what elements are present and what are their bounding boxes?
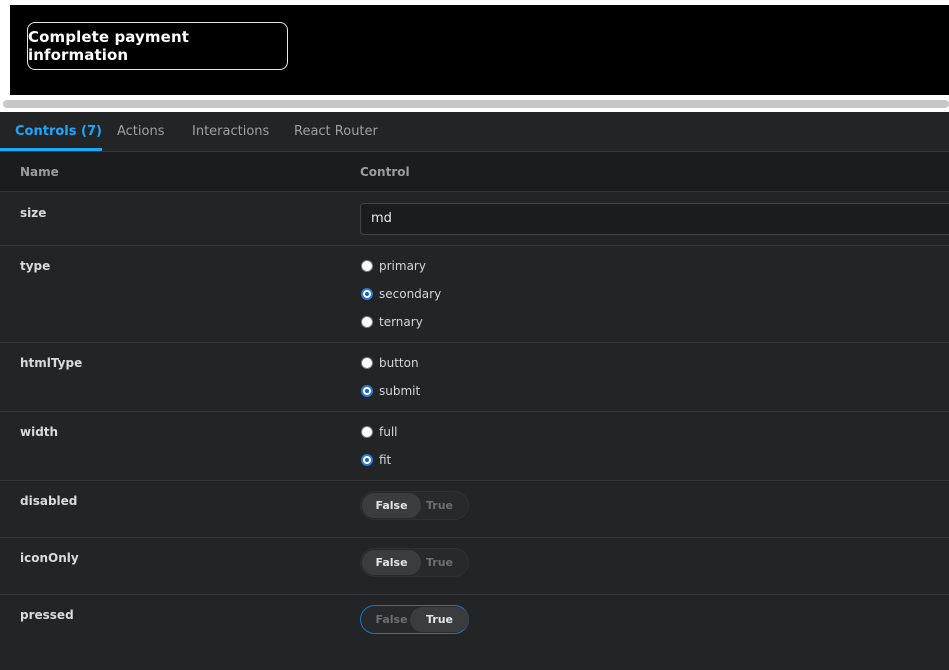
radio-option-full[interactable]: full: [360, 422, 398, 442]
control-row-width: width full fit: [0, 412, 949, 481]
radio-label: submit: [379, 384, 421, 398]
radio-label: fit: [379, 453, 392, 467]
active-tab-indicator: [0, 148, 102, 151]
disabled-boolean-toggle[interactable]: False True: [360, 491, 469, 520]
control-row-type: type primary secondary ternary: [0, 246, 949, 343]
control-row-htmltype: htmlType button submit: [0, 343, 949, 412]
addons-tab-bar: Controls (7) Actions Interactions React …: [0, 112, 949, 152]
radio-button-selected[interactable]: [361, 454, 373, 466]
radio-label: full: [379, 425, 398, 439]
controls-table-header: Name Control: [0, 152, 949, 192]
radio-button-selected[interactable]: [361, 385, 373, 397]
control-name: iconOnly: [20, 551, 79, 565]
size-text-input[interactable]: md: [360, 203, 949, 235]
radio-option-fit[interactable]: fit: [360, 450, 391, 470]
toggle-true-option[interactable]: True: [410, 493, 469, 518]
tab-controls[interactable]: Controls (7): [15, 112, 102, 152]
toggle-true-option[interactable]: True: [410, 550, 469, 575]
radio-label: button: [379, 356, 419, 370]
control-name: htmlType: [20, 356, 83, 370]
column-header-name: Name: [20, 165, 59, 179]
control-row-size: size md: [0, 192, 949, 246]
radio-option-primary[interactable]: primary: [360, 256, 426, 276]
radio-button[interactable]: [361, 260, 373, 272]
radio-option-secondary[interactable]: secondary: [360, 284, 441, 304]
tab-interactions[interactable]: Interactions: [192, 112, 269, 152]
radio-label: ternary: [379, 315, 423, 329]
story-canvas: Complete payment information: [10, 5, 949, 95]
control-name: width: [20, 425, 59, 439]
horizontal-scrollbar[interactable]: [0, 96, 949, 112]
control-name: size: [20, 206, 47, 220]
toggle-true-option[interactable]: True: [410, 607, 469, 632]
complete-payment-button[interactable]: Complete payment information: [27, 22, 288, 70]
radio-label: secondary: [379, 287, 442, 301]
column-header-control: Control: [360, 165, 410, 179]
control-row-pressed: pressed False True: [0, 595, 949, 670]
radio-option-ternary[interactable]: ternary: [360, 312, 423, 332]
tab-react-router[interactable]: React Router: [294, 112, 378, 152]
pressed-boolean-toggle[interactable]: False True: [360, 605, 469, 634]
radio-button[interactable]: [361, 357, 373, 369]
control-name: pressed: [20, 608, 74, 622]
control-name: type: [20, 259, 51, 273]
control-row-icononly: iconOnly False True: [0, 538, 949, 595]
radio-label: primary: [379, 259, 426, 273]
radio-button-selected[interactable]: [361, 288, 373, 300]
tab-actions[interactable]: Actions: [117, 112, 165, 152]
control-row-disabled: disabled False True: [0, 481, 949, 538]
story-preview-frame: Complete payment information: [0, 0, 949, 96]
radio-option-button[interactable]: button: [360, 353, 419, 373]
radio-button[interactable]: [361, 426, 373, 438]
radio-option-submit[interactable]: submit: [360, 381, 420, 401]
icononly-boolean-toggle[interactable]: False True: [360, 548, 469, 577]
radio-button[interactable]: [361, 316, 373, 328]
scrollbar-thumb[interactable]: [3, 100, 949, 108]
control-name: disabled: [20, 494, 78, 508]
